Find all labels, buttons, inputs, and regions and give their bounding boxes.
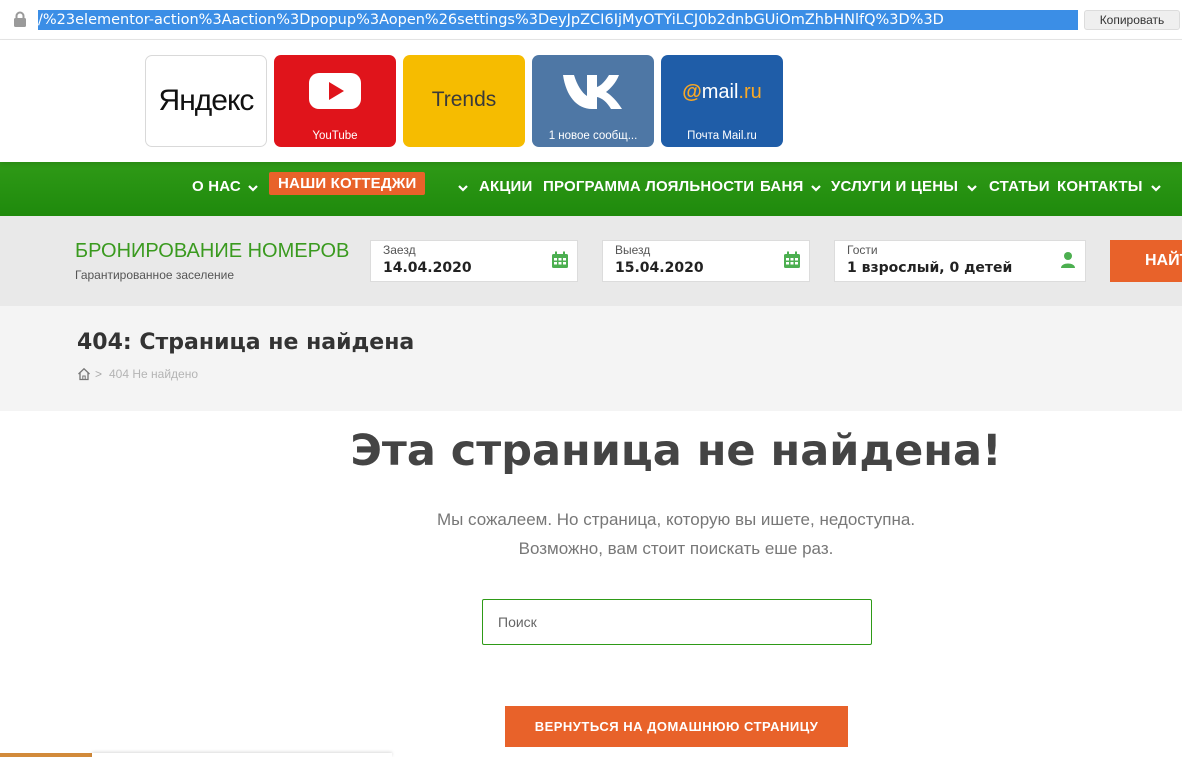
- chevron-down-icon[interactable]: [1149, 183, 1163, 193]
- booking-title: БРОНИРОВАНИЕ НОМЕРОВ: [75, 240, 350, 262]
- chevron-down-icon[interactable]: [246, 183, 260, 193]
- nav-item-sauna[interactable]: БАНЯ: [760, 178, 803, 195]
- page-title-band: 404: Страница не найдена > 404 Не найден…: [0, 306, 1182, 411]
- speed-dial-youtube[interactable]: YouTube: [274, 55, 396, 147]
- lock-icon: [14, 11, 26, 27]
- chevron-down-icon[interactable]: [965, 183, 979, 193]
- chevron-down-icon[interactable]: [456, 183, 470, 193]
- booking-bar: БРОНИРОВАНИЕ НОМЕРОВ Гарантированное зас…: [0, 216, 1182, 306]
- user-icon: [1061, 252, 1075, 268]
- booking-subtitle: Гарантированное заселение: [75, 268, 234, 282]
- speed-dial-mail[interactable]: @mail.ru Почта Mail.ru: [661, 55, 783, 147]
- nav-item-loyalty[interactable]: ПРОГРАММА ЛОЯЛЬНОСТИ: [543, 178, 754, 195]
- popup-image-edge: [0, 753, 92, 757]
- calendar-icon[interactable]: [783, 251, 801, 269]
- copy-button[interactable]: Копировать: [1084, 10, 1180, 30]
- nav-item-cottages[interactable]: НАШИ КОТТЕДЖИ: [269, 172, 426, 195]
- guests-value: 1 взрослый, 0 детей: [847, 260, 1013, 276]
- nav-item-articles[interactable]: СТАТЬИ: [989, 178, 1050, 195]
- speed-dial-yandex[interactable]: Яндекс: [145, 55, 267, 147]
- speed-dial-caption: 1 новое сообщ...: [548, 130, 638, 142]
- guests-field[interactable]: Гости 1 взрослый, 0 детей: [834, 240, 1086, 282]
- home-icon[interactable]: [77, 367, 91, 381]
- nav-item-about[interactable]: О НАС: [192, 178, 241, 195]
- mail-logo: @mail.ru: [682, 81, 762, 103]
- breadcrumb-current: 404 Не найдено: [109, 367, 199, 381]
- yandex-logo: Яндекс: [158, 84, 255, 117]
- nav-item-services[interactable]: УСЛУГИ И ЦЕНЫ: [831, 178, 958, 195]
- breadcrumb-separator: >: [95, 367, 103, 381]
- nav-item-contacts[interactable]: КОНТАКТЫ: [1057, 178, 1143, 195]
- calendar-icon[interactable]: [551, 251, 569, 269]
- main-nav: О НАС НАШИ КОТТЕДЖИ АКЦИИ ПРОГРАММА ЛОЯЛ…: [0, 162, 1182, 216]
- checkin-field[interactable]: Заезд 14.04.2020: [370, 240, 578, 282]
- search-input[interactable]: [482, 599, 872, 645]
- speed-dial: Яндекс YouTube Trends 1 новое сообщ... @…: [0, 40, 1182, 162]
- trends-logo: Trends: [431, 88, 497, 111]
- speed-dial-vk[interactable]: 1 новое сообщ...: [532, 55, 654, 147]
- not-found-headline: Эта страница не найдена!: [350, 426, 1002, 476]
- checkin-label: Заезд: [383, 243, 416, 257]
- not-found-message: Мы сожалеем. Но страница, которую вы ише…: [436, 510, 916, 529]
- not-found-message: Возможно, вам стоит поискать еше раз.: [518, 539, 834, 558]
- checkout-field[interactable]: Выезд 15.04.2020: [602, 240, 810, 282]
- checkout-label: Выезд: [615, 243, 651, 257]
- guests-label: Гости: [847, 243, 878, 257]
- find-button[interactable]: НАЙТИ: [1110, 240, 1182, 282]
- url-field[interactable]: /%23elementor-action%3Aaction%3Dpopup%3A…: [38, 10, 1078, 30]
- address-bar: /%23elementor-action%3Aaction%3Dpopup%3A…: [0, 0, 1182, 40]
- youtube-play-icon: [309, 73, 361, 109]
- speed-dial-caption: Почта Mail.ru: [687, 130, 757, 142]
- speed-dial-trends[interactable]: Trends: [403, 55, 525, 147]
- chevron-down-icon[interactable]: [809, 183, 823, 193]
- checkin-value: 14.04.2020: [383, 260, 472, 276]
- page-title: 404: Страница не найдена: [77, 330, 415, 355]
- back-home-button[interactable]: ВЕРНУТЬСЯ НА ДОМАШНЮЮ СТРАНИЦУ: [505, 706, 848, 747]
- vk-icon: [563, 75, 622, 109]
- speed-dial-caption: YouTube: [312, 130, 358, 142]
- checkout-value: 15.04.2020: [615, 260, 704, 276]
- popup-edge: [92, 753, 392, 757]
- nav-item-promos[interactable]: АКЦИИ: [479, 178, 533, 195]
